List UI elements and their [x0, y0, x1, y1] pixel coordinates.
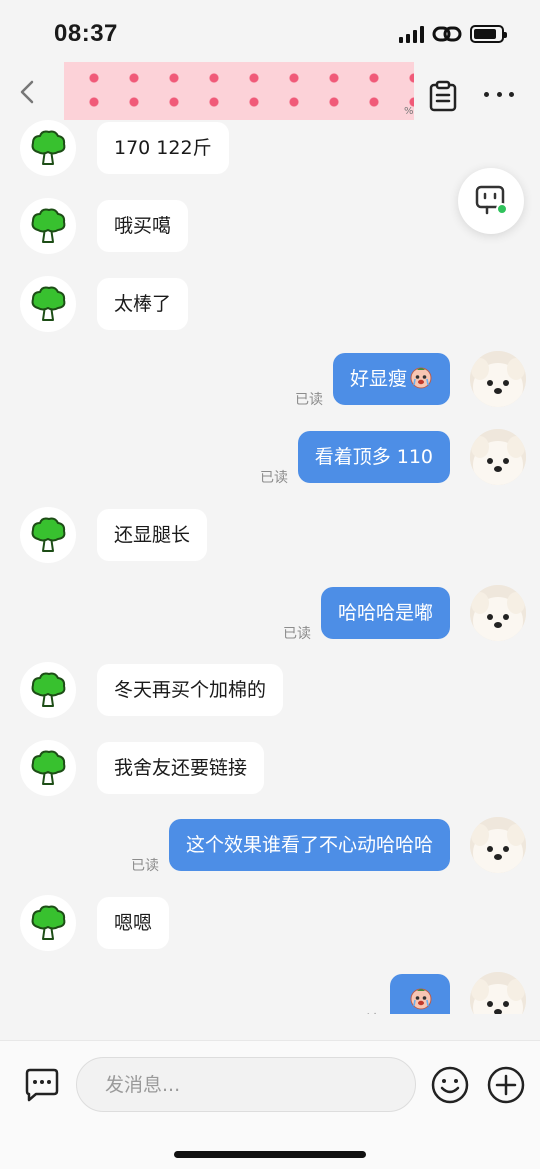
contact-avatar[interactable] [20, 895, 76, 951]
my-avatar[interactable] [470, 585, 526, 641]
battery-level [474, 29, 497, 39]
title-percent: % [404, 106, 414, 117]
incoming-message-bubble[interactable]: 冬天再买个加棉的 [97, 664, 284, 716]
broccoli-avatar-icon [31, 286, 66, 321]
contact-avatar[interactable] [20, 507, 76, 563]
outgoing-message-bubble[interactable]: 哈哈哈是嘟 [320, 587, 450, 639]
message-icon[interactable] [22, 1065, 62, 1105]
incoming-message-bubble[interactable]: 170 122斤 [97, 122, 229, 174]
read-receipt: 已读 [260, 470, 288, 486]
message-row: 还显腿长 [0, 507, 540, 563]
home-indicator [174, 1151, 366, 1158]
message-text: 哦买噶 [114, 215, 172, 237]
message-row: 我舍友还要链接 [0, 740, 540, 796]
outgoing-message-bubble[interactable]: 好显瘦 [332, 353, 450, 405]
contact-avatar[interactable] [20, 276, 76, 332]
message-row: 已读 [0, 972, 540, 1014]
outgoing-message-bubble[interactable]: 看着顶多 110 [297, 431, 450, 483]
my-avatar[interactable] [470, 429, 526, 485]
nav-bar: % [0, 58, 540, 124]
broccoli-avatar-icon [31, 130, 66, 165]
my-avatar[interactable] [470, 817, 526, 873]
chevron-left-icon[interactable] [14, 78, 42, 106]
status-time: 08:37 [54, 20, 118, 47]
outgoing-message-bubble[interactable]: 这个效果谁看了不心动哈哈哈 [168, 819, 450, 871]
read-receipt: 已读 [352, 1010, 380, 1014]
composer-bar [0, 1040, 540, 1169]
broccoli-avatar-icon [31, 517, 66, 552]
message-text: 我舍友还要链接 [114, 757, 248, 779]
status-icons [399, 24, 507, 44]
message-row: 哦买噶 [0, 198, 540, 254]
read-receipt: 已读 [131, 858, 159, 874]
my-avatar[interactable] [470, 351, 526, 407]
message-text: 还显腿长 [114, 524, 191, 546]
message-text: 看着顶多 110 [314, 446, 433, 468]
incoming-message-bubble[interactable]: 哦买噶 [97, 200, 189, 252]
clipboard-icon[interactable] [428, 80, 458, 112]
read-receipt: 已读 [283, 626, 311, 642]
broccoli-avatar-icon [31, 750, 66, 785]
puppy-avatar-icon [470, 429, 526, 485]
message-row: 太棒了 [0, 276, 540, 332]
puppy-avatar-icon [470, 972, 526, 1014]
broccoli-avatar-icon [31, 905, 66, 940]
message-text: 哈哈哈是嘟 [337, 602, 433, 624]
message-text: 170 122斤 [114, 137, 212, 159]
battery-icon [470, 25, 507, 43]
emoji-icon[interactable] [430, 1065, 470, 1105]
read-receipt: 已读 [295, 392, 323, 408]
incoming-message-bubble[interactable]: 还显腿长 [97, 509, 208, 561]
crying-face-emoji-icon [410, 367, 432, 389]
contact-avatar[interactable] [20, 662, 76, 718]
message-row: 170 122斤 [0, 120, 540, 176]
message-row: 看着顶多 110 已读 [0, 429, 540, 486]
contact-avatar[interactable] [20, 198, 76, 254]
message-row: 嗯嗯 [0, 895, 540, 951]
message-text: 冬天再买个加棉的 [114, 679, 267, 701]
message-row: 这个效果谁看了不心动哈哈哈已读 [0, 817, 540, 874]
crying-face-emoji-icon [410, 988, 432, 1010]
message-row: 哈哈哈是嘟已读 [0, 585, 540, 642]
my-avatar[interactable] [470, 972, 526, 1014]
message-text: 太棒了 [114, 293, 172, 315]
broccoli-avatar-icon [31, 208, 66, 243]
chat-list[interactable]: 170 122斤 哦买噶 太棒了 好显瘦 已读 看着顶多 110 已读 还显腿长 哈哈哈是嘟 已读… [0, 120, 540, 1014]
puppy-avatar-icon [470, 817, 526, 873]
message-text: 嗯嗯 [114, 912, 153, 934]
contact-avatar[interactable] [20, 120, 76, 176]
more-icon[interactable] [484, 92, 514, 100]
contact-avatar[interactable] [20, 740, 76, 796]
message-input[interactable] [76, 1057, 416, 1112]
puppy-avatar-icon [470, 585, 526, 641]
message-row: 冬天再买个加棉的 [0, 662, 540, 718]
outgoing-message-bubble[interactable] [390, 974, 450, 1014]
broccoli-avatar-icon [31, 672, 66, 707]
incoming-message-bubble[interactable]: 我舍友还要链接 [97, 742, 265, 794]
link-icon [432, 26, 462, 42]
incoming-message-bubble[interactable]: 太棒了 [97, 278, 189, 330]
status-bar: 08:37 [0, 0, 540, 66]
message-text: 好显瘦 [349, 368, 407, 390]
redacted-title [64, 62, 414, 120]
message-text: 这个效果谁看了不心动哈哈哈 [185, 834, 433, 856]
signal-icon [399, 25, 424, 43]
puppy-avatar-icon [470, 351, 526, 407]
message-row: 好显瘦已读 [0, 351, 540, 408]
plus-icon[interactable] [486, 1065, 526, 1105]
incoming-message-bubble[interactable]: 嗯嗯 [97, 897, 170, 949]
